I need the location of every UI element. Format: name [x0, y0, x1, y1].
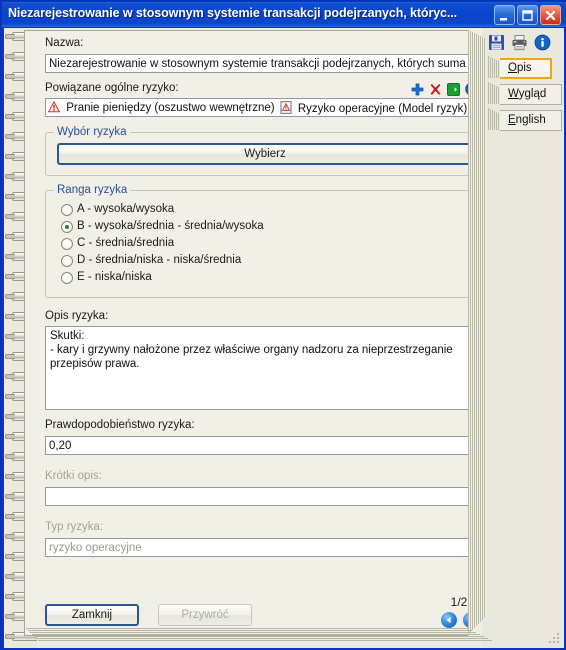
- radio-indicator[interactable]: [61, 272, 73, 284]
- radio-label: C - średnia/średnia: [77, 237, 175, 249]
- info-icon[interactable]: [534, 34, 551, 54]
- warning-triangle-icon: [47, 100, 61, 116]
- tab-stack-decoration: [498, 61, 499, 78]
- form-content: Nazwa: Niezarejestrowanie w stosownym sy…: [45, 34, 485, 630]
- save-icon[interactable]: [488, 34, 505, 54]
- radio-indicator[interactable]: [61, 204, 73, 216]
- print-icon[interactable]: [511, 34, 528, 54]
- maximize-button[interactable]: [517, 5, 538, 25]
- title-bar: Niezarejestrowanie w stosownym systemie …: [2, 2, 566, 27]
- window-title: Niezarejestrowanie w stosownym systemie …: [8, 6, 458, 20]
- tab-stack-decoration: [490, 57, 491, 78]
- tab-stack-decoration: [498, 113, 499, 130]
- nazwa-label: Nazwa:: [45, 37, 84, 49]
- tab-stack-decoration: [488, 108, 489, 130]
- add-icon[interactable]: [411, 83, 424, 99]
- radio-label: B - wysoka/średnia - średnia/wysoka: [77, 220, 264, 232]
- page-edge-decoration: [36, 638, 488, 639]
- tab-stack-decoration: [490, 109, 491, 130]
- risk-selection-legend: Wybór ryzyka: [54, 126, 130, 138]
- tab-wygld[interactable]: Wygląd: [500, 84, 562, 105]
- select-risk-button[interactable]: Wybierz: [57, 143, 473, 165]
- tab-stack-decoration: [492, 58, 493, 78]
- krotki-opis-input[interactable]: [45, 487, 485, 506]
- list-item[interactable]: Pranie pieniędzy (oszustwo wewnętrzne): [46, 100, 275, 116]
- tab-stack-decoration: [496, 86, 497, 104]
- goto-icon[interactable]: [447, 83, 460, 99]
- list-item[interactable]: Ryzyko operacyjne (Model ryzyk): [278, 101, 468, 116]
- opis-ryzyka-value: Skutki: - kary i grzywny nałożone przez …: [50, 330, 453, 370]
- page-edge-decoration: [30, 632, 476, 633]
- radio-indicator[interactable]: [61, 221, 73, 233]
- page-edge-decoration: [28, 630, 472, 631]
- tab-stack-decoration: [494, 85, 495, 104]
- tab-label: ygląd: [518, 88, 547, 100]
- prawdopodobienstwo-label: Prawdopodobieństwo ryzyka:: [45, 419, 195, 431]
- tab-label: nglish: [515, 114, 546, 126]
- tab-stack-decoration: [498, 87, 499, 104]
- nazwa-input[interactable]: Niezarejestrowanie w stosownym systemie …: [45, 54, 485, 73]
- radio-label: E - niska/niska: [77, 271, 152, 283]
- minimize-button[interactable]: [494, 5, 515, 25]
- delete-icon[interactable]: [429, 83, 442, 99]
- opis-ryzyka-textarea[interactable]: Skutki: - kary i grzywny nałożone przez …: [45, 326, 485, 410]
- radio-label: D - średnia/niska - niska/średnia: [77, 254, 242, 266]
- page-edge-decoration: [32, 634, 480, 635]
- opis-ryzyka-label: Opis ryzyka:: [45, 310, 109, 322]
- tab-stack-decoration: [488, 56, 489, 78]
- radio-indicator[interactable]: [61, 255, 73, 267]
- tab-stack-decoration: [494, 111, 495, 130]
- page-edge-decoration: [34, 636, 484, 637]
- tab-stack-decoration: [492, 110, 493, 130]
- tab-stack-decoration: [496, 60, 497, 78]
- radio-indicator[interactable]: [61, 238, 73, 250]
- typ-ryzyka-label: Typ ryzyka:: [45, 521, 104, 533]
- przywroc-button: Przywróć: [158, 604, 252, 626]
- linked-risks-list[interactable]: Pranie pieniędzy (oszustwo wewnętrzne) R…: [45, 98, 485, 117]
- page-edge-decoration: [485, 38, 486, 618]
- tab-stack-decoration: [490, 83, 491, 104]
- tab-accesskey: O: [508, 62, 517, 74]
- tab-stack-decoration: [496, 112, 497, 130]
- page-edge-decoration: [38, 640, 492, 641]
- tab-opis[interactable]: Opis: [500, 58, 552, 79]
- page-edge-decoration: [26, 628, 468, 629]
- client-area: Opis Wygląd English Nazwa: Niezarejestrowa…: [4, 28, 564, 648]
- prawdopodobienstwo-input[interactable]: 0,20: [45, 436, 485, 455]
- dialog-window: Niezarejestrowanie w stosownym systemie …: [0, 0, 566, 650]
- zamknij-button[interactable]: Zamknij: [45, 604, 139, 626]
- radio-label: A - wysoka/wysoka: [77, 203, 175, 215]
- resize-grip[interactable]: [549, 633, 561, 645]
- right-toolbar: [488, 34, 558, 52]
- risk-rank-legend: Ranga ryzyka: [54, 184, 131, 196]
- tab-stack-decoration: [494, 59, 495, 78]
- krotki-opis-label: Krótki opis:: [45, 470, 102, 482]
- warning-document-icon: [280, 101, 292, 116]
- tab-accesskey: E: [508, 114, 516, 126]
- prev-page-button[interactable]: [441, 612, 457, 628]
- tab-label: pis: [516, 62, 532, 74]
- typ-ryzyka-input[interactable]: ryzyko operacyjne: [45, 538, 485, 557]
- tab-accesskey: W: [508, 88, 519, 100]
- list-item-label: Pranie pieniędzy (oszustwo wewnętrzne): [66, 102, 275, 114]
- powiazane-label: Powiązane ogólne ryzyko:: [45, 82, 179, 94]
- close-button[interactable]: [540, 5, 561, 25]
- tab-stack-decoration: [492, 84, 493, 104]
- tab-stack-decoration: [488, 82, 489, 104]
- tab-english[interactable]: English: [500, 110, 562, 131]
- list-item-label: Ryzyko operacyjne (Model ryzyk): [297, 103, 468, 115]
